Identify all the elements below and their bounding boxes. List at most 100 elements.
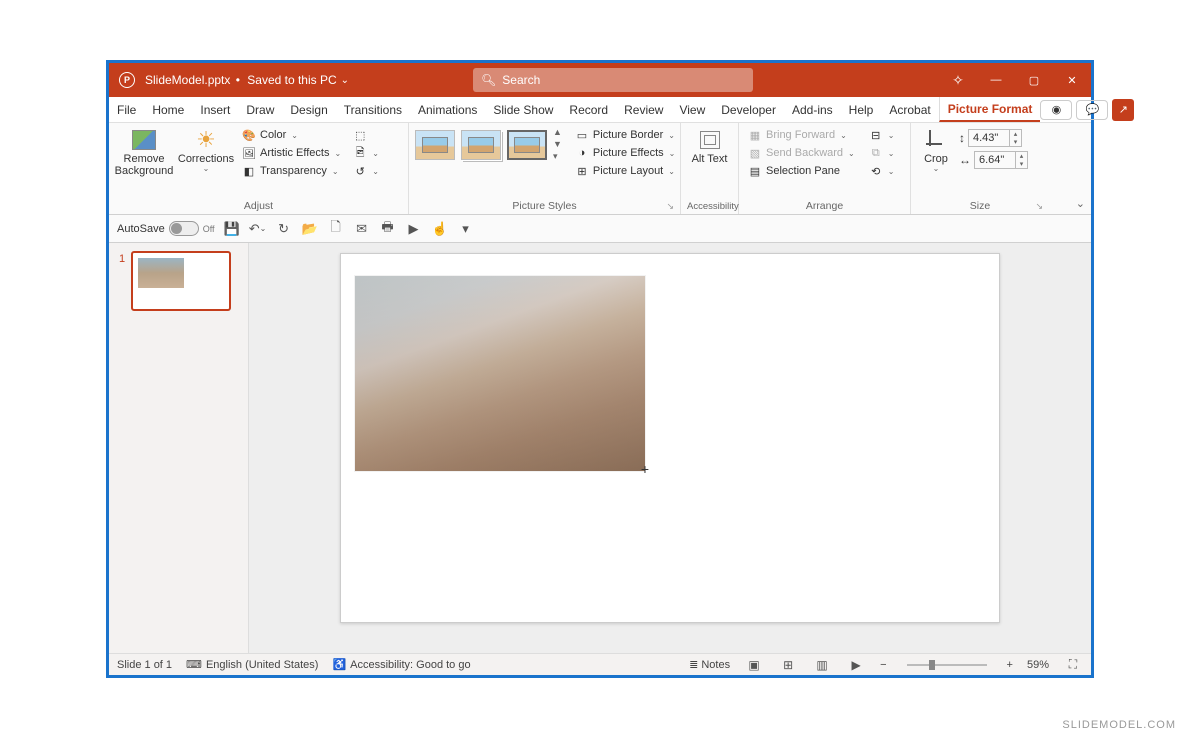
brightness-icon: ☀	[193, 129, 219, 151]
slideshow-view-button[interactable]: ▶	[846, 657, 866, 673]
group-arrange: ▦Bring Forward⌄ ▧Send Backward⌄ ▤Selecti…	[739, 123, 911, 214]
send-backward-button[interactable]: ▧Send Backward⌄	[745, 145, 858, 161]
notes-button[interactable]: ≣Notes	[689, 658, 730, 671]
styles-launcher[interactable]: ↘	[666, 201, 674, 212]
start-from-beginning-button[interactable]: ▶	[405, 220, 423, 238]
quick-access-toolbar: AutoSave Off 💾 ↶⌄ ↻ 📂 🗋 ✉ 🖶 ▶ ☝ ▾	[109, 215, 1091, 243]
email-button[interactable]: ✉	[353, 220, 371, 238]
tab-transitions[interactable]: Transitions	[336, 97, 410, 122]
slide-thumbnail-1[interactable]: 1	[131, 251, 231, 311]
save-button[interactable]: 💾	[223, 220, 241, 238]
new-button[interactable]: 🗋	[327, 220, 345, 238]
close-button[interactable]: ✕	[1053, 63, 1091, 97]
slide-canvas[interactable]	[340, 253, 1000, 623]
save-status[interactable]: Saved to this PC	[243, 73, 336, 87]
rotate-button[interactable]: ⟲⌄	[866, 163, 898, 179]
crop-icon	[926, 130, 946, 150]
style-preset-2[interactable]	[461, 130, 501, 160]
tab-design[interactable]: Design	[282, 97, 335, 122]
status-bar: Slide 1 of 1 ⌨English (United States) ♿A…	[109, 653, 1091, 675]
qat-more-button[interactable]: ▾	[457, 220, 475, 238]
tab-insert[interactable]: Insert	[192, 97, 238, 122]
maximize-button[interactable]: ▢	[1015, 63, 1053, 97]
coming-soon-button[interactable]: ✧	[939, 63, 977, 97]
group-label-adjust: Adjust	[115, 199, 402, 212]
bring-forward-button[interactable]: ▦Bring Forward⌄	[745, 127, 858, 143]
artistic-effects-button[interactable]: 🖼Artistic Effects⌄	[239, 145, 344, 161]
effects-icon: ◑	[575, 146, 589, 160]
open-button[interactable]: 📂	[301, 220, 319, 238]
color-button[interactable]: 🎨Color⌄	[239, 127, 344, 143]
tab-file[interactable]: File	[109, 97, 144, 122]
zoom-slider[interactable]	[907, 664, 987, 666]
redo-button[interactable]: ↻	[275, 220, 293, 238]
alt-text-button[interactable]: Alt Text	[687, 127, 732, 167]
slide-counter[interactable]: Slide 1 of 1	[117, 659, 172, 671]
touch-mode-button[interactable]: ☝	[431, 220, 449, 238]
tab-slideshow[interactable]: Slide Show	[485, 97, 561, 122]
style-gallery-scroll[interactable]: ▲▼▾	[553, 127, 562, 162]
tab-home[interactable]: Home	[144, 97, 192, 122]
comments-button[interactable]: 💬	[1076, 100, 1108, 120]
reset-picture-button[interactable]: ↺⌄	[350, 163, 382, 179]
tab-view[interactable]: View	[671, 97, 713, 122]
slide-editor[interactable]	[249, 243, 1091, 653]
picture-effects-button[interactable]: ◑Picture Effects⌄	[572, 145, 678, 161]
tab-review[interactable]: Review	[616, 97, 671, 122]
tab-addins[interactable]: Add-ins	[784, 97, 841, 122]
language-indicator[interactable]: ⌨English (United States)	[186, 658, 318, 671]
remove-background-button[interactable]: Remove Background	[115, 127, 173, 179]
share-button[interactable]: ↗	[1112, 99, 1134, 121]
style-preset-1[interactable]	[415, 130, 455, 160]
style-preset-3[interactable]	[507, 130, 547, 160]
corrections-button[interactable]: ☀ Corrections ⌄	[177, 127, 235, 176]
normal-view-button[interactable]: ▣	[744, 657, 764, 673]
group-objects-button[interactable]: ⧉⌄	[866, 145, 898, 161]
inserted-picture[interactable]	[355, 276, 645, 471]
crop-button[interactable]: Crop ⌄	[917, 127, 955, 176]
toggle-off-icon	[169, 221, 199, 236]
height-input[interactable]: 4.43"▴▾	[968, 129, 1022, 147]
zoom-level[interactable]: 59%	[1027, 659, 1049, 671]
chevron-down-icon[interactable]: ⌄	[337, 75, 353, 86]
width-input[interactable]: 6.64"▴▾	[974, 151, 1028, 169]
slide-sorter-button[interactable]: ⊞	[778, 657, 798, 673]
quick-print-button[interactable]: 🖶	[379, 220, 397, 238]
transparency-button[interactable]: ◧Transparency⌄	[239, 163, 344, 179]
camera-button[interactable]: ◉	[1040, 100, 1072, 120]
picture-border-button[interactable]: ▭Picture Border⌄	[572, 127, 678, 143]
align-icon: ⊟	[869, 128, 883, 142]
alt-text-icon	[700, 131, 720, 149]
change-picture-button[interactable]: 🖻⌄	[350, 145, 382, 161]
group-adjust: Remove Background ☀ Corrections ⌄ 🎨Color…	[109, 123, 409, 214]
tab-record[interactable]: Record	[561, 97, 616, 122]
height-icon: ↕	[959, 131, 965, 145]
reading-view-button[interactable]: ▥	[812, 657, 832, 673]
picture-layout-button[interactable]: ⊞Picture Layout⌄	[572, 163, 678, 179]
accessibility-status[interactable]: ♿Accessibility: Good to go	[332, 658, 470, 671]
document-name: SlideModel.pptx	[143, 73, 232, 87]
undo-button[interactable]: ↶⌄	[249, 220, 267, 238]
tab-developer[interactable]: Developer	[713, 97, 784, 122]
group-label-styles: Picture Styles	[512, 200, 576, 212]
align-button[interactable]: ⊟⌄	[866, 127, 898, 143]
compress-icon: ⬚	[353, 128, 367, 142]
size-launcher[interactable]: ↘	[1035, 201, 1043, 212]
autosave-toggle[interactable]: AutoSave Off	[117, 221, 215, 236]
tab-draw[interactable]: Draw	[238, 97, 282, 122]
zoom-out-button[interactable]: −	[880, 659, 886, 671]
collapse-ribbon-button[interactable]: ⌄	[1076, 197, 1085, 210]
minimize-button[interactable]: ―	[977, 63, 1015, 97]
tab-picture-format[interactable]: Picture Format	[939, 97, 1041, 122]
selection-pane-button[interactable]: ▤Selection Pane	[745, 163, 858, 179]
tab-animations[interactable]: Animations	[410, 97, 485, 122]
bring-forward-icon: ▦	[748, 128, 762, 142]
search-box[interactable]: 🔍︎ Search	[473, 68, 753, 92]
color-icon: 🎨	[242, 128, 256, 142]
search-placeholder: Search	[502, 73, 540, 87]
compress-pictures-button[interactable]: ⬚	[350, 127, 382, 143]
tab-acrobat[interactable]: Acrobat	[881, 97, 938, 122]
tab-help[interactable]: Help	[841, 97, 882, 122]
fit-to-window-button[interactable]: ⛶	[1063, 657, 1083, 673]
zoom-in-button[interactable]: +	[1007, 659, 1013, 671]
